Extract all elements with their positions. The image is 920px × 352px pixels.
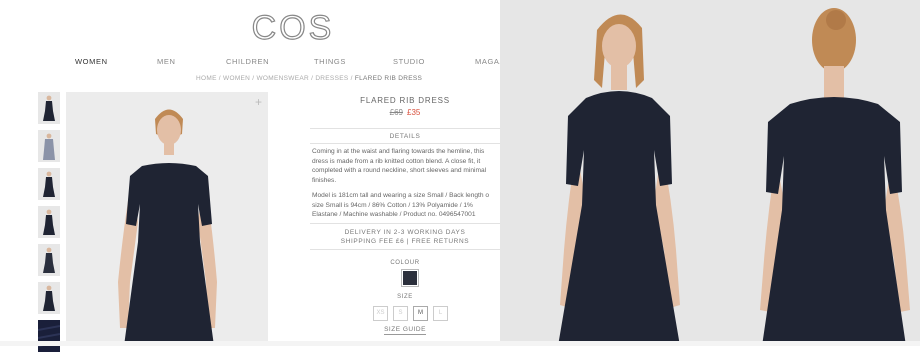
thumbnail-image	[43, 247, 55, 273]
nav-item-children[interactable]: CHILDREN	[226, 57, 269, 66]
spec-line: size Small is 94cm / 86% Cotton / 13% Po…	[312, 201, 473, 209]
divider	[310, 128, 500, 129]
description-line: completed with a round neckline, short s…	[312, 167, 487, 175]
breadcrumb-womenswear[interactable]: WOMENSWEAR	[257, 75, 309, 82]
original-price: £69	[389, 108, 403, 117]
thumbnail-4[interactable]	[38, 206, 60, 238]
nav-item-studio[interactable]: STUDIO	[393, 57, 425, 66]
description-line: dress is made from a rib knitted cotton …	[312, 157, 481, 165]
breadcrumb-current: FLARED RIB DRESS	[354, 75, 423, 82]
divider	[310, 223, 500, 224]
nav-item-women[interactable]: WOMEN	[75, 57, 108, 66]
nav-item-men[interactable]: MEN	[157, 57, 175, 66]
size-guide-text: SIZE GUIDE	[384, 326, 426, 335]
thumbnail-image	[43, 171, 55, 197]
breadcrumb-dresses[interactable]: DRESSES	[315, 75, 348, 82]
delivery-info: DELIVERY IN 2-3 WORKING DAYS	[344, 229, 466, 236]
thumbnail-5[interactable]	[38, 244, 60, 276]
price-block: £69 £35	[310, 108, 500, 117]
description-line: Coming in at the waist and flaring towar…	[312, 148, 485, 155]
thumbnail-2[interactable]	[38, 130, 60, 162]
product-description: Coming in at the waist and flaring towar…	[312, 147, 500, 185]
thumbnail-3[interactable]	[38, 168, 60, 200]
size-label: SIZE	[397, 294, 413, 300]
model-front-image	[500, 0, 714, 346]
size-option-xs[interactable]: XS	[373, 306, 388, 321]
product-title: FLARED RIB DRESS	[360, 96, 450, 105]
thumbnail-image	[43, 133, 55, 160]
shipping-info: SHIPPING FEE £6 | FREE RETURNS	[340, 238, 470, 245]
thumbnail-1[interactable]	[38, 92, 60, 124]
size-option-s[interactable]: S	[393, 306, 408, 321]
details-heading[interactable]: DETAILS	[310, 133, 500, 140]
size-guide-link[interactable]: SIZE GUIDE	[310, 326, 500, 335]
model-back-image	[706, 0, 920, 346]
breadcrumb-women[interactable]: WOMEN	[223, 75, 250, 82]
size-option-l[interactable]: L	[433, 306, 448, 321]
brand-logo-mark: COS	[251, 8, 335, 47]
size-option-m[interactable]: M	[413, 306, 428, 321]
main-product-image[interactable]: +	[66, 92, 268, 346]
thumbnail-image	[43, 285, 55, 311]
thumbnail-image	[43, 209, 55, 235]
description-line: finishes.	[312, 176, 337, 184]
colour-swatch[interactable]	[401, 269, 419, 287]
bottom-bar	[0, 341, 920, 346]
large-product-image-back[interactable]	[706, 0, 920, 346]
divider	[310, 143, 500, 144]
colour-label: COLOUR	[390, 260, 420, 266]
thumbnail-image	[38, 325, 60, 347]
sale-price: £35	[407, 108, 421, 117]
zoom-icon[interactable]: +	[255, 95, 262, 109]
breadcrumb-home[interactable]: HOME	[196, 75, 217, 82]
thumbnail-7[interactable]	[38, 320, 60, 352]
nav-item-things[interactable]: THINGS	[314, 57, 346, 66]
brand-logo[interactable]: COS	[250, 8, 336, 47]
spec-line: Elastane / Machine washable / Product no…	[312, 211, 476, 219]
divider	[310, 249, 500, 250]
product-specs: Model is 181cm tall and wearing a size S…	[312, 191, 500, 220]
large-product-image-front[interactable]	[500, 0, 714, 346]
breadcrumb: HOME / WOMEN / WOMENSWEAR / DRESSES / FL…	[196, 75, 422, 82]
brand-logo-text: COS	[252, 9, 335, 46]
model-image	[66, 92, 268, 346]
main-nav: WOMEN MEN CHILDREN THINGS STUDIO MAGAZ	[0, 57, 504, 71]
spec-line: Model is 181cm tall and wearing a size S…	[312, 192, 490, 199]
thumbnail-image	[43, 95, 55, 121]
thumbnail-6[interactable]	[38, 282, 60, 314]
